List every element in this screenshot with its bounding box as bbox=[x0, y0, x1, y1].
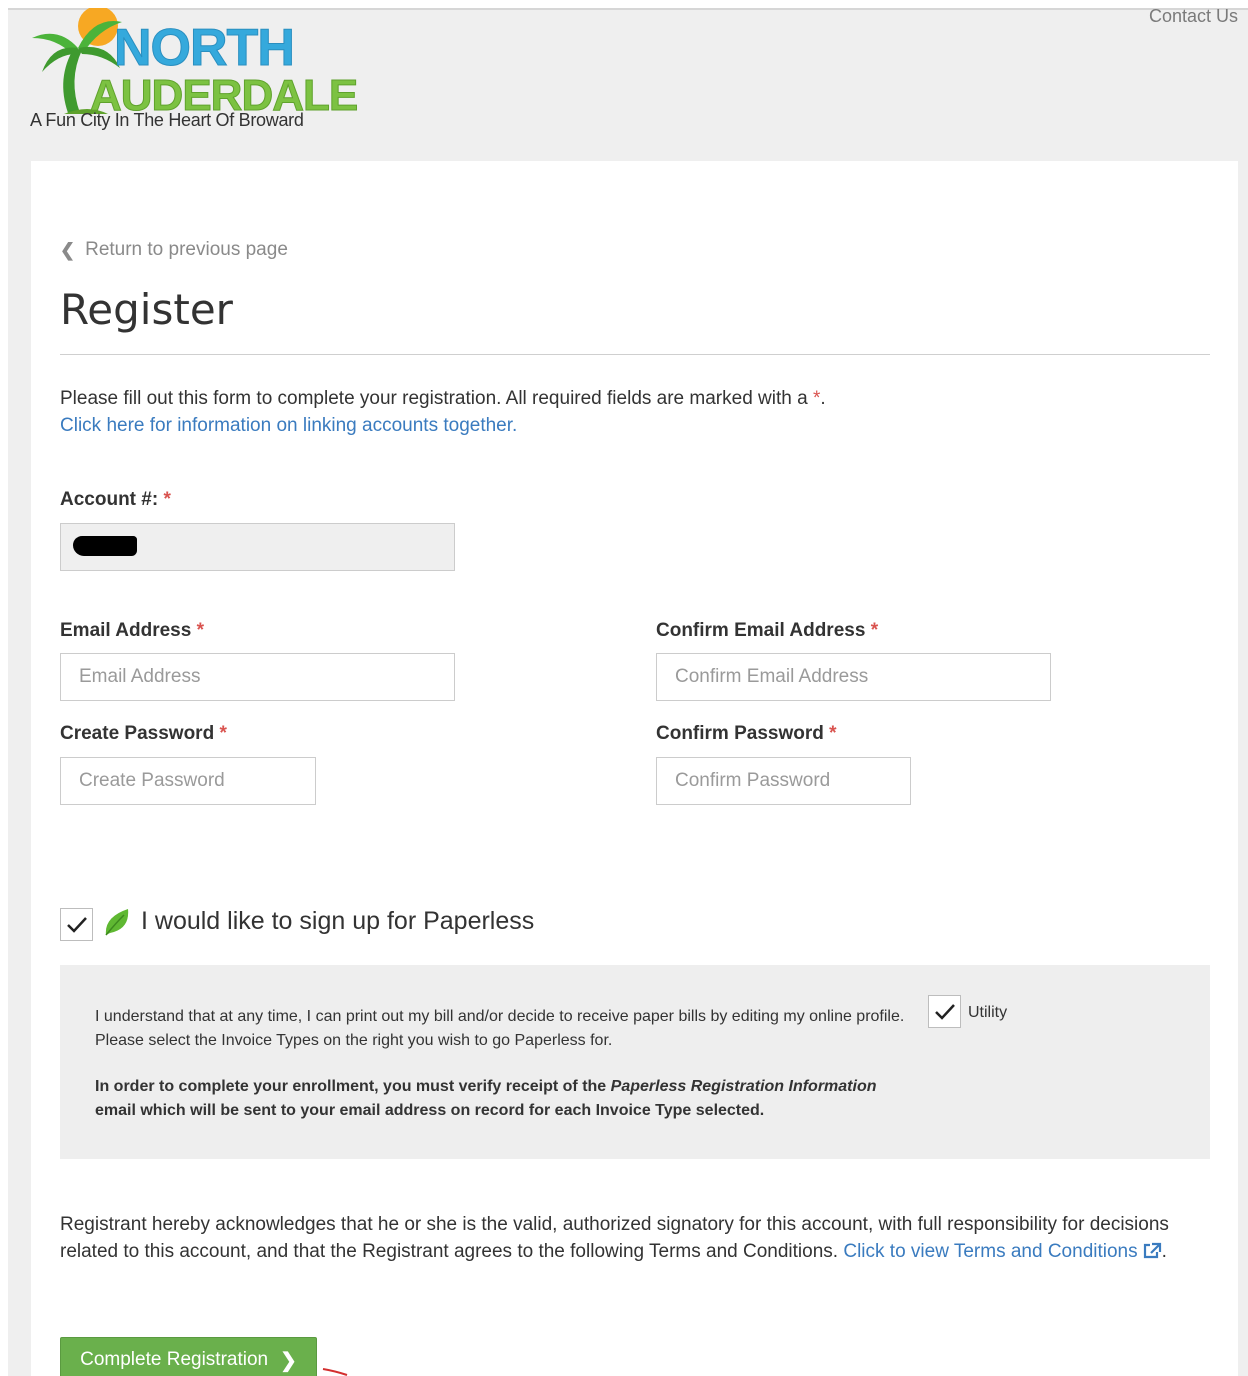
checkmark-icon bbox=[934, 1003, 955, 1020]
intro-sentence: Please fill out this form to complete yo… bbox=[60, 388, 813, 409]
page-title: Register bbox=[60, 285, 233, 334]
account-number-label: Account #: * bbox=[60, 489, 171, 511]
chevron-left-icon: ❮ bbox=[60, 239, 76, 260]
account-number-label-text: Account #: bbox=[60, 489, 159, 510]
confirm-password-input[interactable] bbox=[656, 757, 911, 805]
complete-registration-label: Complete Registration bbox=[80, 1349, 269, 1370]
required-marker: * bbox=[829, 723, 837, 744]
acknowledgement-period: . bbox=[1161, 1241, 1167, 1262]
registration-card: ❮ Return to previous page Register Pleas… bbox=[31, 161, 1238, 1376]
confirm-password-label-text: Confirm Password bbox=[656, 723, 824, 744]
logo-tagline: A Fun City In The Heart Of Broward bbox=[30, 110, 304, 130]
checkmark-icon bbox=[66, 916, 87, 933]
intro-text: Please fill out this form to complete yo… bbox=[60, 385, 1210, 439]
create-password-label-text: Create Password bbox=[60, 723, 215, 744]
paperless-info-text: I understand that at any time, I can pri… bbox=[95, 1008, 905, 1049]
verify-text-part2: email which will be sent to your email a… bbox=[95, 1102, 765, 1119]
utility-label: Utility bbox=[968, 1004, 1008, 1021]
terms-link-label: Click to view Terms and Conditions bbox=[843, 1241, 1138, 1262]
redacted-account-number bbox=[73, 536, 137, 556]
confirm-password-label: Confirm Password * bbox=[656, 723, 837, 745]
paperless-label: I would like to sign up for Paperless bbox=[141, 907, 535, 935]
linking-accounts-link[interactable]: Click here for information on linking ac… bbox=[60, 415, 517, 436]
paperless-checkbox[interactable] bbox=[60, 908, 93, 941]
annotation-arrow-icon bbox=[322, 1368, 348, 1376]
required-marker: * bbox=[196, 620, 204, 641]
confirm-email-label: Confirm Email Address * bbox=[656, 620, 878, 642]
confirm-email-label-text: Confirm Email Address bbox=[656, 620, 866, 641]
email-label-text: Email Address bbox=[60, 620, 192, 641]
contact-us-link[interactable]: Contact Us bbox=[1149, 6, 1238, 27]
external-link-icon bbox=[1143, 1242, 1161, 1259]
intro-period: . bbox=[820, 388, 826, 409]
title-divider bbox=[60, 354, 1210, 355]
required-marker: * bbox=[870, 620, 879, 641]
verify-text-emphasis: Paperless Registration Information bbox=[610, 1078, 877, 1095]
terms-link[interactable]: Click to view Terms and Conditions bbox=[843, 1241, 1161, 1262]
chevron-right-icon: ❯ bbox=[280, 1349, 297, 1372]
logo-line-north: NORTH bbox=[114, 19, 296, 77]
paperless-verify-text: In order to complete your enrollment, yo… bbox=[95, 1075, 915, 1123]
paperless-info-panel: I understand that at any time, I can pri… bbox=[60, 965, 1210, 1159]
create-password-input[interactable] bbox=[60, 757, 316, 805]
confirm-email-input[interactable] bbox=[656, 653, 1051, 701]
account-number-field bbox=[60, 523, 455, 571]
email-input[interactable] bbox=[60, 653, 455, 701]
required-marker: * bbox=[219, 723, 227, 744]
email-label: Email Address * bbox=[60, 620, 204, 642]
create-password-label: Create Password * bbox=[60, 723, 227, 745]
verify-text-part1: In order to complete your enrollment, yo… bbox=[95, 1078, 611, 1095]
acknowledgement-text: Registrant hereby acknowledges that he o… bbox=[60, 1211, 1200, 1265]
city-logo[interactable]: NORTH AUDERDALE A Fun City In The Heart … bbox=[28, 8, 359, 136]
return-link[interactable]: ❮ Return to previous page bbox=[60, 239, 288, 261]
required-marker: * bbox=[163, 489, 171, 510]
complete-registration-button[interactable]: Complete Registration ❯ bbox=[60, 1337, 317, 1376]
utility-checkbox[interactable] bbox=[928, 995, 961, 1028]
leaf-icon bbox=[105, 909, 129, 936]
return-link-label: Return to previous page bbox=[85, 239, 288, 260]
